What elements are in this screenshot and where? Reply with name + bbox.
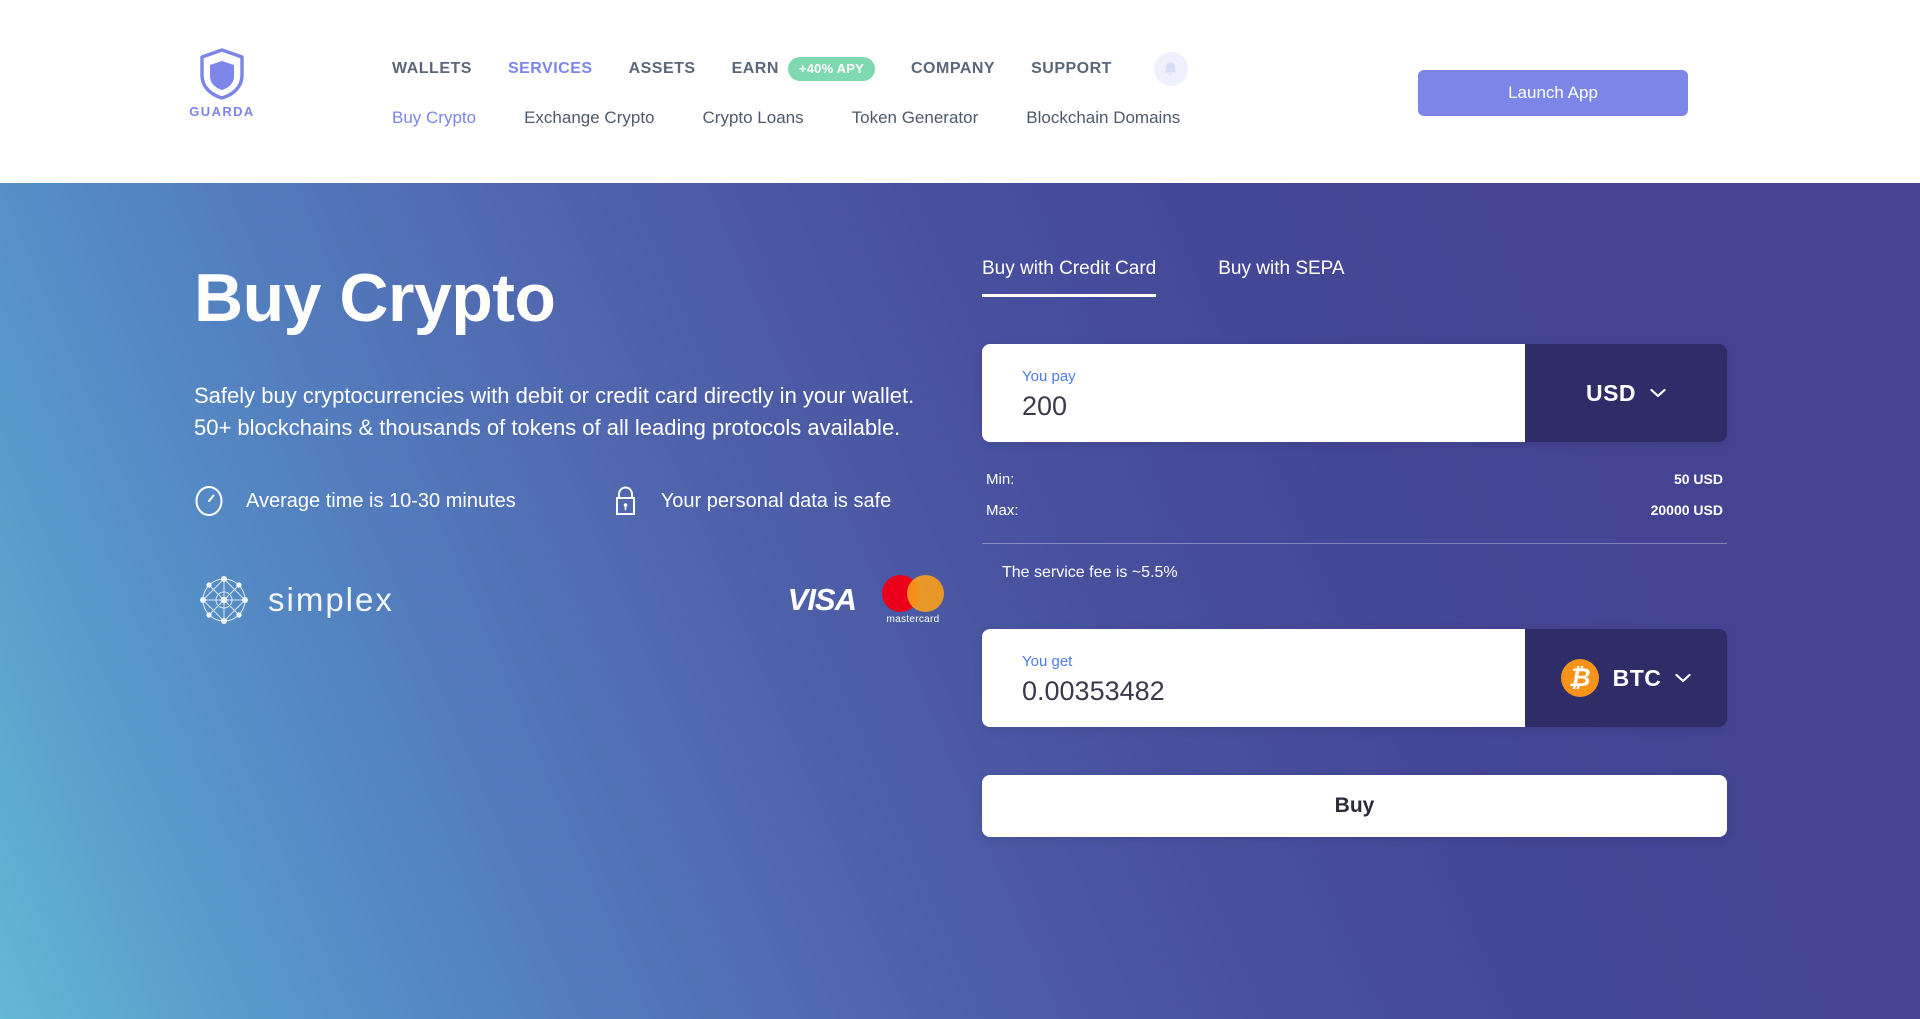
limit-min-value: 50 USD: [1673, 471, 1723, 487]
page-title: Buy Crypto: [194, 260, 556, 336]
logo[interactable]: GUARDA: [188, 48, 256, 119]
feature-data-safe-label: Your personal data is safe: [660, 489, 892, 512]
bitcoin-icon: ₿: [1560, 659, 1599, 697]
mastercard-icon: mastercard: [882, 575, 944, 625]
notifications-button[interactable]: [1153, 52, 1188, 86]
you-pay-field: You pay USD: [982, 344, 1727, 442]
chevron-down-icon: [1650, 388, 1666, 398]
simplex-wordmark: simplex: [268, 581, 394, 619]
subnav-item-token-generator[interactable]: Token Generator: [852, 108, 979, 128]
mastercard-label: mastercard: [886, 614, 940, 626]
tab-buy-with-credit-card[interactable]: Buy with Credit Card: [982, 258, 1157, 297]
buy-form: Buy with Credit Card Buy with SEPA You p…: [982, 258, 1727, 837]
simplex-network-icon: [200, 576, 248, 625]
chevron-down-icon: [1675, 673, 1691, 683]
secondary-nav: Buy Crypto Exchange Crypto Crypto Loans …: [392, 108, 1180, 128]
limit-min-label: Min:: [986, 471, 1015, 488]
apy-badge: +40% APY: [787, 57, 875, 81]
nav-item-assets[interactable]: ASSETS: [629, 60, 696, 78]
hero-content: Buy Crypto Safely buy cryptocurrencies w…: [194, 260, 954, 630]
card-logos: VISA mastercard: [788, 575, 944, 625]
subnav-item-blockchain-domains[interactable]: Blockchain Domains: [1026, 108, 1180, 128]
form-divider: [982, 543, 1727, 544]
limit-max-label: Max:: [986, 502, 1019, 519]
hero-description: Safely buy cryptocurrencies with debit o…: [194, 383, 915, 441]
logo-text: GUARDA: [189, 104, 255, 119]
launch-app-button[interactable]: Launch App: [1418, 70, 1688, 116]
limit-row-max: Max: 20000 USD: [982, 495, 1727, 526]
feature-list: Average time is 10-30 minutes Your perso…: [194, 484, 954, 518]
you-get-field: You get ₿ BTC: [982, 629, 1727, 727]
you-get-input-wrap[interactable]: You get: [982, 629, 1525, 727]
feature-average-time: Average time is 10-30 minutes: [194, 485, 516, 517]
nav-item-earn-group: EARN +40% APY: [732, 57, 875, 81]
you-pay-label: You pay: [1022, 368, 1076, 385]
subnav-item-exchange-crypto[interactable]: Exchange Crypto: [524, 108, 654, 128]
you-get-label: You get: [1022, 653, 1073, 670]
mastercard-circles: [882, 575, 944, 613]
limit-row-min: Min: 50 USD: [982, 464, 1727, 495]
buy-submit-button[interactable]: Buy: [982, 775, 1727, 837]
simplex-logo: simplex: [194, 570, 394, 630]
subnav-item-crypto-loans[interactable]: Crypto Loans: [703, 108, 804, 128]
shield-icon: [200, 48, 244, 100]
feature-data-safe: Your personal data is safe: [612, 484, 892, 518]
nav-item-earn[interactable]: EARN: [732, 60, 779, 78]
get-currency-code: BTC: [1612, 664, 1662, 691]
service-fee-note: The service fee is ~5.5%: [1002, 564, 1178, 581]
primary-nav: WALLETS SERVICES ASSETS EARN +40% APY CO…: [392, 52, 1188, 86]
nav-item-company[interactable]: COMPANY: [911, 60, 995, 78]
purchase-method-tabs: Buy with Credit Card Buy with SEPA: [982, 258, 1727, 297]
lock-icon: [615, 486, 635, 516]
limits-block: Min: 50 USD Max: 20000 USD: [982, 464, 1727, 526]
tab-buy-with-sepa[interactable]: Buy with SEPA: [1218, 258, 1344, 297]
clock-icon: [195, 486, 223, 517]
site-header: GUARDA WALLETS SERVICES ASSETS EARN +40%…: [0, 0, 1920, 183]
nav-item-wallets[interactable]: WALLETS: [392, 60, 472, 78]
you-pay-input[interactable]: [1022, 391, 1475, 422]
pay-currency-code: USD: [1585, 379, 1637, 406]
visa-icon: VISA: [787, 582, 857, 618]
payment-row: simplex VISA mastercard: [194, 570, 944, 630]
bell-icon: [1165, 61, 1177, 75]
hero-section: Buy Crypto Safely buy cryptocurrencies w…: [0, 183, 1920, 1019]
you-pay-input-wrap[interactable]: You pay: [982, 344, 1525, 442]
nav-item-support[interactable]: SUPPORT: [1031, 60, 1112, 78]
nav-item-services[interactable]: SERVICES: [508, 60, 593, 78]
limit-max-value: 20000 USD: [1650, 502, 1723, 518]
get-currency-select[interactable]: ₿ BTC: [1525, 629, 1727, 727]
you-get-input[interactable]: [1022, 676, 1475, 707]
pay-currency-select[interactable]: USD: [1525, 344, 1727, 442]
subnav-item-buy-crypto[interactable]: Buy Crypto: [392, 108, 476, 128]
feature-average-time-label: Average time is 10-30 minutes: [246, 489, 516, 512]
